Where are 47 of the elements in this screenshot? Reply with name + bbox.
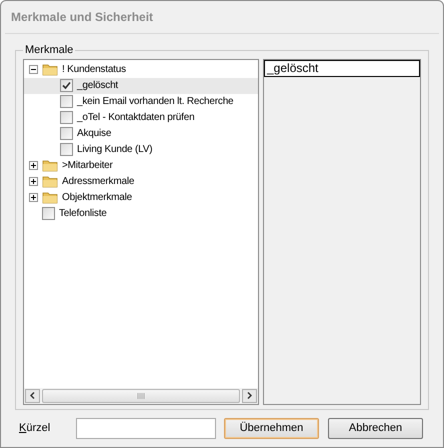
tree-label: _kein Email vorhanden lt. Recherche xyxy=(77,95,234,109)
tree-row[interactable]: Living Kunde (LV) xyxy=(24,142,258,158)
tree-row[interactable]: _oTel - Kontaktdaten prüfen xyxy=(24,110,258,126)
expand-icon[interactable] xyxy=(29,177,38,186)
folder-icon xyxy=(42,63,58,76)
tree-label: Adressmerkmale xyxy=(62,175,134,189)
window-title: Merkmale und Sicherheit xyxy=(11,9,154,26)
checkbox[interactable] xyxy=(60,79,73,92)
tree-label: Objektmerkmale xyxy=(62,191,132,205)
tree-label: Telefonliste xyxy=(59,207,107,221)
checkbox[interactable] xyxy=(60,95,73,108)
scroll-left-button[interactable] xyxy=(25,388,40,402)
tree-row[interactable]: Adressmerkmale xyxy=(24,174,258,190)
expand-icon[interactable] xyxy=(29,193,38,202)
tree-row[interactable]: _gelöscht xyxy=(24,78,258,94)
tree-row[interactable]: ! Kundenstatus xyxy=(24,62,258,78)
tree-row[interactable]: Akquise xyxy=(24,126,258,142)
scroll-right-button[interactable] xyxy=(242,388,257,402)
detail-field[interactable]: _gelöscht xyxy=(264,60,420,76)
tree-row[interactable]: _kein Email vorhanden lt. Recherche xyxy=(24,94,258,110)
checkbox[interactable] xyxy=(60,143,73,156)
tree-view[interactable]: ! Kundenstatus _gelöscht _kein Email vorhanden lt. Recherche _oTel - Kontaktdaten prüfen Akquise Living Kunde (LV) >Mitarbeiter Adressmerkmale Objektmerkmale Telefonliste xyxy=(23,58,259,404)
checkbox[interactable] xyxy=(60,111,73,124)
horizontal-scrollbar[interactable] xyxy=(24,388,258,404)
dialog-button[interactable]: Abbrechen xyxy=(328,418,423,438)
folder-icon xyxy=(42,159,58,172)
shortcut-label: Kürzel xyxy=(19,420,52,436)
tree-row[interactable]: Objektmerkmale xyxy=(24,190,258,206)
grip-icon xyxy=(137,392,145,398)
checkbox[interactable] xyxy=(42,207,55,220)
tree-label: _oTel - Kontaktdaten prüfen xyxy=(77,111,194,125)
shortcut-field[interactable] xyxy=(76,418,216,438)
tree-label: Akquise xyxy=(77,127,112,141)
expand-icon[interactable] xyxy=(29,161,38,170)
tree-label: ! Kundenstatus xyxy=(62,63,126,77)
collapse-icon[interactable] xyxy=(29,65,38,74)
folder-icon xyxy=(42,175,58,188)
tree-row[interactable]: Telefonliste xyxy=(24,206,258,222)
scroll-thumb[interactable] xyxy=(42,388,240,402)
folder-icon xyxy=(42,191,58,204)
tree-row[interactable]: >Mitarbeiter xyxy=(24,158,258,174)
group-label: Merkmale xyxy=(24,43,74,58)
dialog-button[interactable]: Übernehmen xyxy=(224,418,319,438)
tree-label: _gelöscht xyxy=(77,79,118,93)
checkbox[interactable] xyxy=(60,127,73,140)
tree-label: Living Kunde (LV) xyxy=(77,143,152,157)
tree-label: >Mitarbeiter xyxy=(62,159,113,173)
